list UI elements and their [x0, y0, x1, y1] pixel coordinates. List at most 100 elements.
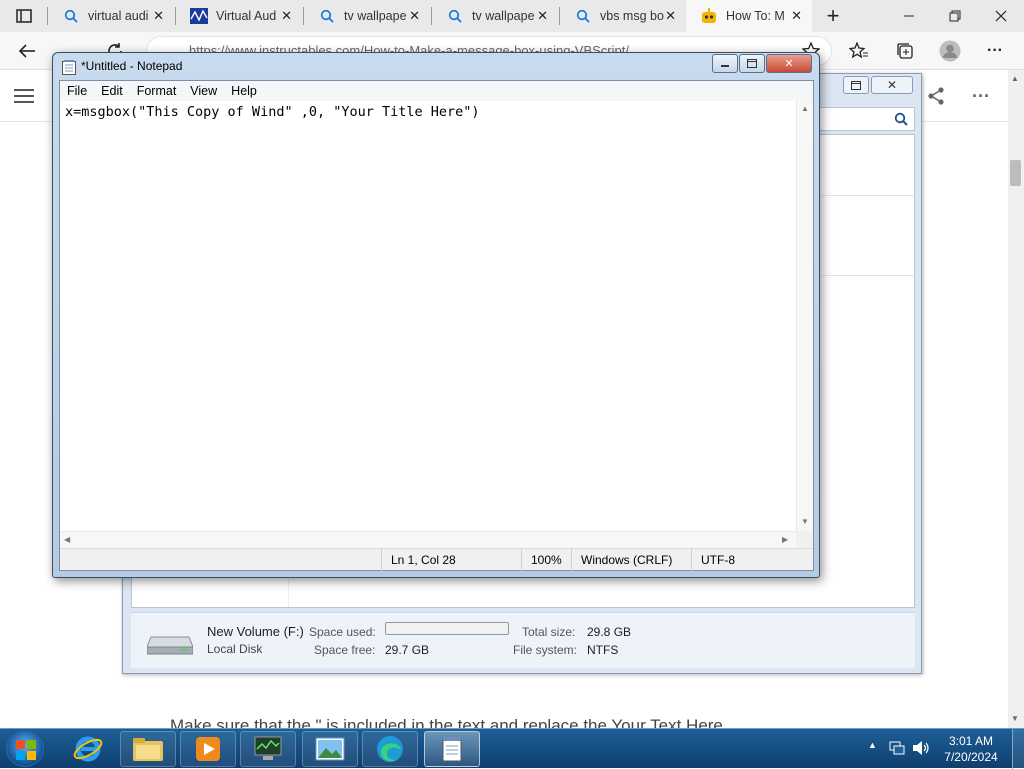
notepad-content[interactable]: x=msgbox("This Copy of Wind" ,0, "Your T… [65, 104, 480, 120]
windows-logo-icon [16, 740, 36, 760]
tab-actions-button[interactable] [10, 6, 38, 26]
taskbar-internet-explorer[interactable] [60, 731, 116, 767]
notepad-icon [62, 60, 76, 75]
status-encoding: UTF-8 [691, 549, 813, 571]
profile-button[interactable] [935, 37, 965, 65]
collections-icon [897, 43, 913, 59]
tab-title: Virtual Aud [216, 9, 277, 23]
menu-edit[interactable]: Edit [94, 84, 130, 98]
taskbar-notepad[interactable] [424, 731, 480, 767]
hamburger-menu-icon[interactable] [14, 88, 34, 109]
back-arrow-icon [18, 44, 35, 58]
menu-format[interactable]: Format [130, 84, 184, 98]
close-icon: ✕ [784, 58, 794, 70]
avatar-icon [939, 40, 961, 62]
taskbar-edge[interactable] [362, 731, 418, 767]
search-icon [574, 7, 592, 25]
scroll-down-arrow-icon[interactable]: ▼ [801, 517, 809, 526]
notepad-vertical-scrollbar[interactable]: ▲ ▼ [796, 101, 813, 531]
close-tab-icon[interactable]: ✕ [409, 8, 420, 24]
clock-date: 7/20/2024 [944, 750, 998, 764]
favorites-button[interactable] [844, 37, 874, 65]
new-tab-button[interactable]: + [820, 3, 846, 29]
taskbar-photo-viewer[interactable] [302, 731, 358, 767]
notepad-maximize-button[interactable] [739, 54, 765, 73]
tab-title: tv wallpape [472, 9, 535, 23]
picture-icon [315, 737, 345, 761]
space-free-value: 29.7 GB [385, 643, 430, 657]
taskbar-clock[interactable]: 3:01 AM 7/20/2024 [936, 733, 1006, 765]
taskbar-file-explorer[interactable] [120, 731, 176, 767]
tab-3[interactable]: tv wallpape ✕ [304, 0, 430, 32]
network-icon[interactable] [889, 741, 905, 755]
notepad-window[interactable]: *Untitled - Notepad ✕ File Edit Format V… [52, 52, 820, 578]
show-hidden-icons-icon[interactable]: ▲ [868, 740, 877, 750]
menu-help[interactable]: Help [224, 84, 264, 98]
close-icon [995, 10, 1007, 22]
notepad-status-bar: Ln 1, Col 28 100% Windows (CRLF) UTF-8 [60, 548, 813, 571]
edge-icon [377, 736, 403, 762]
tab-title: vbs msg bo [600, 9, 664, 23]
back-button[interactable] [12, 37, 42, 65]
taskbar-task-manager[interactable] [240, 731, 296, 767]
taskbar-media-player[interactable] [180, 731, 236, 767]
scroll-up-arrow-icon[interactable]: ▲ [801, 104, 809, 113]
notepad-text-area[interactable]: x=msgbox("This Copy of Wind" ,0, "Your T… [60, 101, 813, 531]
explorer-details-pane: New Volume (F:) Local Disk Space used: S… [131, 612, 915, 668]
favorites-icon [849, 42, 868, 59]
tab-6-active[interactable]: How To: M ✕ [686, 0, 812, 32]
volume-icon[interactable] [912, 740, 930, 756]
close-tab-icon[interactable]: ✕ [537, 8, 548, 24]
search-icon [894, 112, 908, 126]
search-icon [318, 7, 336, 25]
show-desktop-button[interactable] [1012, 729, 1024, 769]
file-system-label: File system: [513, 643, 578, 657]
drive-icon [147, 636, 193, 655]
close-window-button[interactable] [978, 0, 1024, 32]
menu-view[interactable]: View [183, 84, 224, 98]
explorer-restore-button[interactable] [843, 76, 869, 94]
media-player-icon [196, 737, 220, 761]
scroll-left-arrow-icon[interactable]: ◀ [64, 535, 70, 544]
share-icon[interactable] [927, 87, 945, 110]
file-system-value: NTFS [587, 643, 619, 657]
start-button[interactable] [6, 731, 44, 767]
maximize-icon [747, 59, 757, 68]
notepad-menu-bar: File Edit Format View Help [60, 81, 813, 101]
restore-icon [949, 10, 961, 22]
notepad-minimize-button[interactable] [712, 54, 738, 73]
clock-time: 3:01 AM [948, 734, 994, 748]
tab-title: virtual audi [88, 9, 149, 23]
notepad-horizontal-scrollbar[interactable]: ◀ ▶ [60, 531, 796, 548]
waveform-icon [190, 7, 208, 25]
tab-2[interactable]: Virtual Aud ✕ [176, 0, 302, 32]
close-tab-icon[interactable]: ✕ [791, 8, 802, 24]
status-cursor-position: Ln 1, Col 28 [381, 549, 521, 571]
tab-4[interactable]: tv wallpape ✕ [432, 0, 558, 32]
tab-5[interactable]: vbs msg bo ✕ [560, 0, 686, 32]
tab-title: How To: M [726, 9, 785, 23]
notepad-close-button[interactable]: ✕ [766, 54, 812, 73]
search-icon [62, 7, 80, 25]
restore-button[interactable] [932, 0, 978, 32]
scroll-up-arrow-icon[interactable]: ▲ [1011, 74, 1019, 83]
close-tab-icon[interactable]: ✕ [153, 8, 164, 24]
menu-file[interactable]: File [60, 84, 94, 98]
tab-1[interactable]: virtual audi ✕ [48, 0, 174, 32]
tab-actions-icon [16, 9, 32, 23]
settings-more-button[interactable]: ··· [980, 37, 1010, 65]
page-more-icon[interactable]: ··· [972, 86, 990, 107]
status-zoom: 100% [521, 549, 571, 571]
monitor-icon [254, 736, 282, 760]
collections-button[interactable] [890, 37, 920, 65]
scroll-right-arrow-icon[interactable]: ▶ [782, 535, 788, 544]
drive-name: New Volume (F:) [207, 624, 304, 639]
explorer-close-button[interactable]: ✕ [871, 76, 913, 94]
scroll-down-arrow-icon[interactable]: ▼ [1011, 714, 1019, 723]
close-tab-icon[interactable]: ✕ [665, 8, 676, 24]
explorer-search-box[interactable] [819, 107, 915, 131]
close-tab-icon[interactable]: ✕ [281, 8, 292, 24]
space-free-label: Space free: [314, 643, 376, 657]
page-scrollbar-thumb[interactable] [1010, 160, 1021, 186]
minimize-button[interactable] [886, 0, 932, 32]
